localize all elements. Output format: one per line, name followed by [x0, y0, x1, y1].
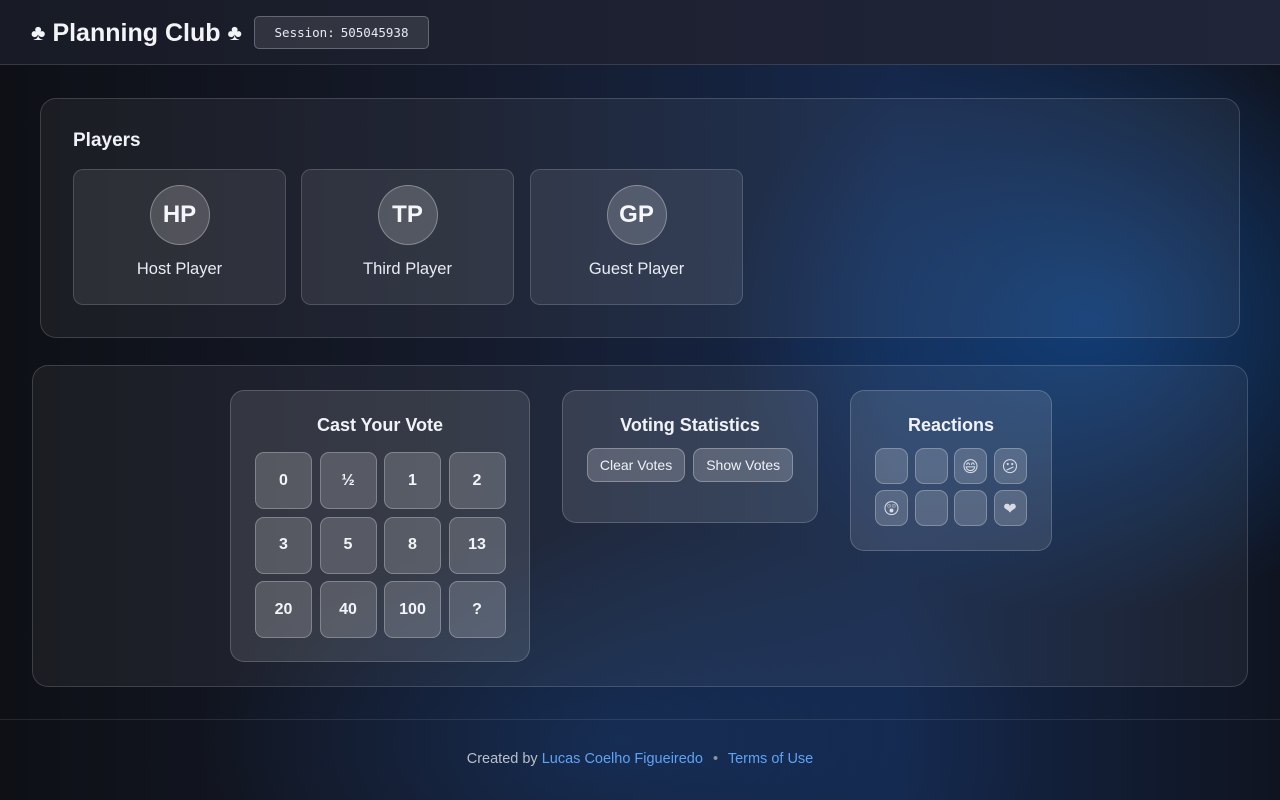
session-label: Session: [274, 25, 335, 40]
vote-card-20[interactable]: 20 [255, 581, 312, 638]
thinking-face-icon[interactable] [954, 490, 987, 526]
footer-credits: Created by Lucas Coelho Figueiredo • Ter… [0, 751, 1280, 767]
astonished-face-icon[interactable]: 😲 [875, 490, 908, 526]
reactions-title: Reactions [907, 415, 995, 435]
party-popper-icon[interactable] [914, 490, 948, 526]
grinning-face-icon[interactable]: 😄 [954, 448, 987, 484]
clear-votes-button[interactable]: Clear Votes [586, 448, 686, 482]
session-badge: Session: 505045938 [254, 16, 429, 49]
avatar: HP [149, 185, 210, 245]
vote-panel: Cast Your Vote 0 ½ 1 2 3 5 8 13 20 40 10… [230, 390, 530, 662]
avatar: GP [606, 185, 667, 245]
reaction-grid: 😄 😕 😲 ❤ [875, 448, 1027, 526]
show-votes-button[interactable]: Show Votes [693, 448, 794, 482]
vote-card-2[interactable]: 2 [448, 452, 506, 509]
voting-statistics-title: Voting Statistics [620, 415, 760, 435]
heart-icon[interactable]: ❤ [993, 490, 1027, 526]
vote-card-grid: 0 ½ 1 2 3 5 8 13 20 40 100 ? [255, 452, 506, 638]
player-name: Guest Player [588, 260, 685, 278]
player-card: HP Host Player [73, 169, 286, 305]
vote-card-13[interactable]: 13 [448, 516, 506, 574]
players-panel: Players HP Host Player TP Third Player G… [40, 98, 1240, 338]
confused-face-icon[interactable]: 😕 [993, 448, 1027, 484]
player-name: Third Player [363, 260, 452, 278]
thumbs-down-icon[interactable] [914, 448, 948, 484]
club-suit-icon: ♣ [227, 20, 242, 45]
voting-statistics-panel: Voting Statistics Clear Votes Show Votes [562, 390, 818, 523]
session-id: 505045938 [340, 25, 409, 40]
page-footer: Created by Lucas Coelho Figueiredo • Ter… [0, 719, 1280, 800]
thumbs-up-icon[interactable] [875, 448, 908, 484]
vote-card-half[interactable]: ½ [319, 452, 377, 509]
vote-card-5[interactable]: 5 [319, 516, 377, 574]
created-by-label: Created by [466, 751, 538, 767]
app-header: ♣ Planning Club ♣ Session: 505045938 [0, 0, 1280, 65]
player-card: TP Third Player [301, 169, 514, 305]
player-name: Host Player [136, 260, 223, 278]
player-card: GP Guest Player [530, 169, 743, 305]
vote-card-1[interactable]: 1 [384, 452, 441, 509]
vote-card-unknown[interactable]: ? [448, 581, 506, 638]
vote-title: Cast Your Vote [316, 415, 444, 435]
players-title: Players [73, 130, 141, 151]
game-panel: Cast Your Vote 0 ½ 1 2 3 5 8 13 20 40 10… [32, 365, 1248, 687]
terms-of-use-link[interactable]: Terms of Use [728, 751, 813, 767]
app-title-text: Planning Club [52, 19, 221, 47]
voting-actions: Clear Votes Show Votes [563, 448, 817, 482]
club-suit-icon: ♣ [31, 20, 46, 45]
reactions-panel: Reactions 😄 😕 😲 ❤ [850, 390, 1052, 551]
author-link[interactable]: Lucas Coelho Figueiredo [542, 751, 703, 767]
avatar: TP [377, 185, 438, 245]
vote-card-8[interactable]: 8 [384, 516, 441, 574]
vote-card-100[interactable]: 100 [384, 581, 441, 638]
vote-card-3[interactable]: 3 [255, 516, 312, 574]
vote-card-40[interactable]: 40 [319, 581, 377, 638]
app-title: ♣ Planning Club ♣ [31, 17, 242, 49]
footer-separator: • [712, 751, 719, 767]
vote-card-0[interactable]: 0 [255, 452, 312, 509]
